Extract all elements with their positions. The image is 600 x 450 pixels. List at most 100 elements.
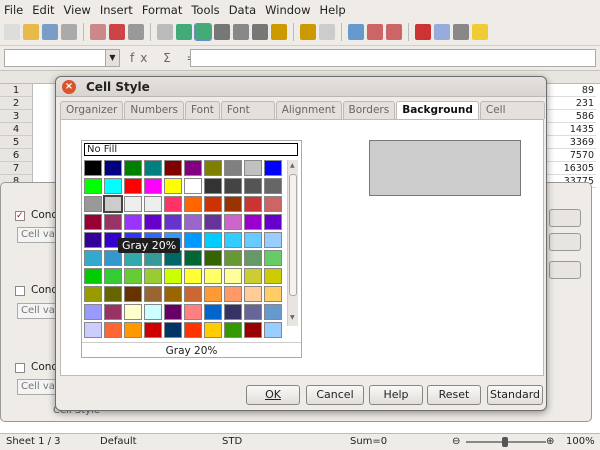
color-swatch[interactable] [124,160,142,176]
color-swatch[interactable] [264,268,282,284]
color-swatch[interactable] [84,304,102,320]
menu-file[interactable]: File [4,3,23,17]
color-swatch[interactable] [204,196,222,212]
clone-format-icon[interactable] [271,24,287,40]
color-swatch[interactable] [264,196,282,212]
color-swatch[interactable] [124,322,142,338]
color-swatch[interactable] [104,322,122,338]
color-swatch[interactable] [164,304,182,320]
paste-icon[interactable] [252,24,268,40]
undo-icon[interactable] [300,24,316,40]
color-swatch[interactable] [244,268,262,284]
cell-value[interactable]: 231 [546,97,596,110]
zoom-in-icon[interactable]: ⊕ [546,434,554,450]
color-swatch[interactable] [224,232,242,248]
color-swatch[interactable] [244,322,262,338]
zoom-level[interactable]: 100% [566,434,595,450]
page-style[interactable]: Default [100,434,137,450]
tab-alignment[interactable]: Alignment [275,101,342,119]
dialog-titlebar[interactable]: × Cell Style [56,77,546,97]
open-icon[interactable] [23,24,39,40]
color-swatch[interactable] [84,160,102,176]
color-swatch[interactable] [224,196,242,212]
color-swatch[interactable] [264,286,282,302]
palette-scrollbar[interactable]: ▲ ▼ [287,160,298,326]
page-preview-icon[interactable] [157,24,173,40]
color-swatch[interactable] [144,196,162,212]
color-swatch[interactable] [264,304,282,320]
color-swatch[interactable] [164,196,182,212]
row-header[interactable]: 2 [0,97,33,110]
color-swatch[interactable] [124,286,142,302]
autospell-icon[interactable] [194,23,212,41]
menu-format[interactable]: Format [142,3,183,17]
color-swatch[interactable] [244,196,262,212]
print-icon[interactable] [128,24,144,40]
color-swatch[interactable] [204,268,222,284]
color-swatch[interactable] [224,214,242,230]
color-swatch[interactable] [144,214,162,230]
ok-button[interactable]: OK [246,385,300,405]
color-swatch[interactable] [244,286,262,302]
color-swatch[interactable] [224,286,242,302]
color-swatch[interactable] [224,178,242,194]
scroll-up-icon[interactable]: ▲ [290,162,295,169]
color-swatch[interactable] [244,178,262,194]
tab-background[interactable]: Background [396,101,479,120]
color-swatch[interactable] [244,304,262,320]
color-swatch[interactable] [224,160,242,176]
cell-value[interactable]: 89 [546,84,596,97]
new-icon[interactable] [4,24,20,40]
zoom-out-icon[interactable]: ⊖ [452,434,460,450]
color-swatch[interactable] [264,178,282,194]
menu-data[interactable]: Data [229,3,256,17]
color-swatch[interactable] [224,322,242,338]
color-swatch[interactable] [84,232,102,248]
color-swatch[interactable] [144,286,162,302]
formula-input[interactable] [190,49,596,67]
color-swatch[interactable] [104,286,122,302]
color-swatch[interactable] [204,178,222,194]
color-swatch[interactable] [124,214,142,230]
cell-value[interactable]: 1435 [546,123,596,136]
row-header[interactable]: 4 [0,123,33,136]
color-swatch[interactable] [84,178,102,194]
color-swatch[interactable] [204,214,222,230]
color-swatch[interactable] [184,250,202,266]
color-swatch[interactable] [164,268,182,284]
scrollbar-thumb[interactable] [289,174,297,296]
color-swatch[interactable] [84,286,102,302]
condition-checkbox-1[interactable]: ✓ [15,211,25,221]
chart-icon[interactable] [415,24,431,40]
redo-icon[interactable] [319,24,335,40]
color-swatch[interactable] [184,160,202,176]
color-swatch[interactable] [184,232,202,248]
gallery-icon[interactable] [472,24,488,40]
color-swatch[interactable] [164,214,182,230]
cancel-button[interactable]: Cancel [306,385,364,405]
spelling-icon[interactable] [176,24,192,40]
help-button[interactable]: Help [369,385,423,405]
menu-view[interactable]: View [64,3,91,17]
sort-desc-icon[interactable] [386,24,402,40]
navigator-icon[interactable] [453,24,469,40]
row-header[interactable]: 5 [0,136,33,149]
cell-value[interactable]: 586 [546,110,596,123]
menu-insert[interactable]: Insert [100,3,133,17]
color-swatch[interactable] [184,286,202,302]
color-swatch[interactable] [184,196,202,212]
color-swatch[interactable] [164,160,182,176]
no-fill-option[interactable]: No Fill [84,143,298,156]
color-swatch[interactable] [224,250,242,266]
color-swatch[interactable] [264,250,282,266]
color-swatch[interactable] [224,268,242,284]
color-swatch[interactable] [103,195,123,213]
color-swatch[interactable] [204,250,222,266]
copy-icon[interactable] [233,24,249,40]
color-swatch[interactable] [84,268,102,284]
color-swatch[interactable] [204,160,222,176]
condition-button-3[interactable] [549,261,581,279]
color-swatch[interactable] [264,232,282,248]
zoom-slider[interactable]: ⊖ ⊕ [452,434,556,450]
cell-value[interactable]: 7570 [546,149,596,162]
